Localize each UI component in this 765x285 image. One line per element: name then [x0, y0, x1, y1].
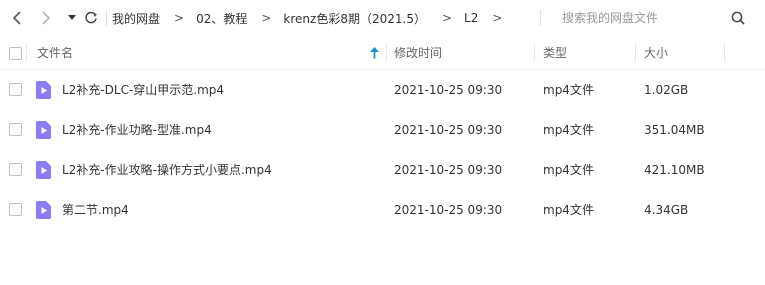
- breadcrumb-separator: >: [174, 11, 185, 25]
- column-separator: [386, 44, 387, 62]
- file-list-header: 文件名 修改时间 类型 大小: [0, 36, 765, 70]
- breadcrumb: 我的网盘 > 02、教程 > krenz色彩8期（2021.5） > L2 >: [112, 0, 514, 36]
- file-modified: 2021-10-25 09:30: [394, 203, 503, 217]
- file-row[interactable]: L2补充-作业功略-型准.mp4 2021-10-25 09:30 mp4文件 …: [0, 110, 765, 150]
- breadcrumb-separator: >: [261, 11, 272, 25]
- file-size: 421.10MB: [644, 163, 705, 177]
- file-type: mp4文件: [543, 203, 594, 217]
- file-type: mp4文件: [543, 83, 594, 97]
- file-modified: 2021-10-25 09:30: [394, 83, 503, 97]
- toolbar-divider: [540, 10, 541, 26]
- file-modified: 2021-10-25 09:30: [394, 163, 503, 177]
- column-header-size[interactable]: 大小: [644, 36, 668, 70]
- breadcrumb-item-l2[interactable]: L2: [464, 11, 478, 25]
- row-checkbox[interactable]: [9, 123, 22, 136]
- row-checkbox[interactable]: [9, 203, 22, 216]
- file-name[interactable]: L2补充-DLC-穿山甲示范.mp4: [62, 70, 224, 110]
- back-button[interactable]: [8, 9, 26, 27]
- dropdown-triangle-icon: [68, 15, 76, 20]
- breadcrumb-separator: >: [441, 11, 453, 25]
- search-icon[interactable]: [730, 10, 746, 26]
- breadcrumb-item-tutorials[interactable]: 02、教程: [196, 10, 247, 27]
- select-all-checkbox[interactable]: [9, 47, 22, 60]
- row-checkbox[interactable]: [9, 163, 22, 176]
- file-row[interactable]: L2补充-DLC-穿山甲示范.mp4 2021-10-25 09:30 mp4文…: [0, 70, 765, 110]
- file-modified: 2021-10-25 09:30: [394, 123, 503, 137]
- history-dropdown-button[interactable]: [63, 9, 81, 27]
- breadcrumb-item-root[interactable]: 我的网盘: [112, 10, 160, 27]
- video-file-icon: [36, 161, 51, 179]
- file-name[interactable]: L2补充-作业功略-型准.mp4: [62, 110, 212, 150]
- column-separator: [534, 44, 535, 62]
- file-size: 351.04MB: [644, 123, 705, 137]
- toolbar: 我的网盘 > 02、教程 > krenz色彩8期（2021.5） > L2 >: [0, 0, 765, 36]
- file-row[interactable]: 第二节.mp4 2021-10-25 09:30 mp4文件 4.34GB: [0, 190, 765, 230]
- file-type: mp4文件: [543, 163, 594, 177]
- column-separator: [635, 44, 636, 62]
- breadcrumb-separator: >: [492, 11, 503, 25]
- refresh-icon: [85, 11, 97, 24]
- column-header-type[interactable]: 类型: [543, 36, 567, 70]
- video-file-icon: [36, 121, 51, 139]
- refresh-button[interactable]: [82, 9, 100, 27]
- sort-ascending-icon[interactable]: [370, 47, 379, 59]
- toolbar-divider: [106, 10, 107, 26]
- file-name[interactable]: 第二节.mp4: [62, 190, 129, 230]
- breadcrumb-item-krenz[interactable]: krenz色彩8期（2021.5）: [283, 10, 426, 27]
- column-separator: [26, 44, 27, 62]
- search-box: [546, 8, 758, 28]
- row-checkbox[interactable]: [9, 83, 22, 96]
- file-row[interactable]: L2补充-作业攻略-操作方式小要点.mp4 2021-10-25 09:30 m…: [0, 150, 765, 190]
- search-input[interactable]: [546, 11, 716, 25]
- file-type: mp4文件: [543, 123, 594, 137]
- back-arrow-icon: [12, 11, 21, 25]
- forward-button[interactable]: [37, 9, 55, 27]
- column-header-name[interactable]: 文件名: [37, 36, 73, 70]
- forward-arrow-icon: [42, 11, 51, 25]
- video-file-icon: [36, 81, 51, 99]
- file-size: 1.02GB: [644, 83, 689, 97]
- column-separator: [724, 44, 725, 62]
- file-name[interactable]: L2补充-作业攻略-操作方式小要点.mp4: [62, 150, 272, 190]
- video-file-icon: [36, 201, 51, 219]
- column-header-modified[interactable]: 修改时间: [394, 36, 442, 70]
- file-size: 4.34GB: [644, 203, 689, 217]
